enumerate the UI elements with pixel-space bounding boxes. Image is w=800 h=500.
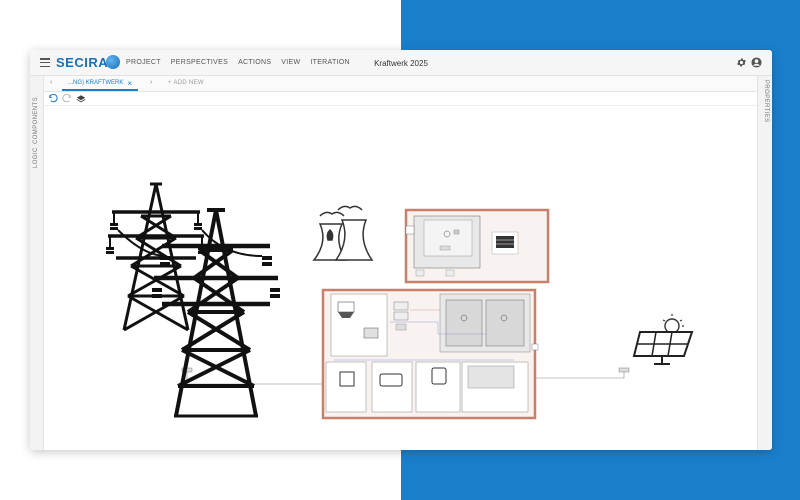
layers-icon[interactable] [76, 94, 86, 104]
tab-kraftwerk[interactable]: ...NG) KRAFTWERK × [62, 77, 139, 91]
solar-base-node[interactable] [618, 367, 630, 373]
tab-scroll-right-icon[interactable]: › [150, 79, 152, 86]
plant-process-group[interactable] [321, 288, 539, 420]
redo-icon[interactable] [62, 94, 72, 104]
tool-row [44, 92, 757, 106]
tab-label: ...NG) KRAFTWERK [68, 80, 124, 86]
close-icon[interactable]: × [127, 79, 132, 88]
undo-icon[interactable] [48, 94, 58, 104]
add-new-tab-button[interactable]: + ADD NEW [168, 80, 204, 86]
solar-panel-icon[interactable] [632, 314, 694, 365]
power-tower-icon[interactable] [108, 182, 204, 332]
gear-icon[interactable] [736, 57, 747, 68]
diagram-canvas[interactable] [44, 106, 757, 450]
tab-scroll-left-icon[interactable]: ‹ [50, 79, 52, 86]
boiler-group[interactable] [404, 208, 550, 284]
right-side-rail: PROPERTIES [757, 76, 772, 450]
top-bar: SECIRA PROJECT PERSPECTIVES ACTIONS VIEW… [30, 50, 772, 76]
left-side-rail: COMPONENTS LOGIC [30, 76, 44, 450]
app-window: SECIRA PROJECT PERSPECTIVES ACTIONS VIEW… [30, 50, 772, 450]
side-tab-logic[interactable]: LOGIC [33, 147, 39, 168]
side-tab-properties[interactable]: PROPERTIES [763, 80, 769, 123]
window-title: Kraftwerk 2025 [374, 59, 428, 68]
diagram-svg [106, 182, 694, 420]
side-tab-components[interactable]: COMPONENTS [33, 97, 39, 144]
tab-bar: ‹ ...NG) KRAFTWERK × › + ADD NEW [44, 76, 757, 92]
cooling-tower-icon[interactable] [312, 205, 374, 261]
user-icon[interactable] [751, 57, 762, 68]
